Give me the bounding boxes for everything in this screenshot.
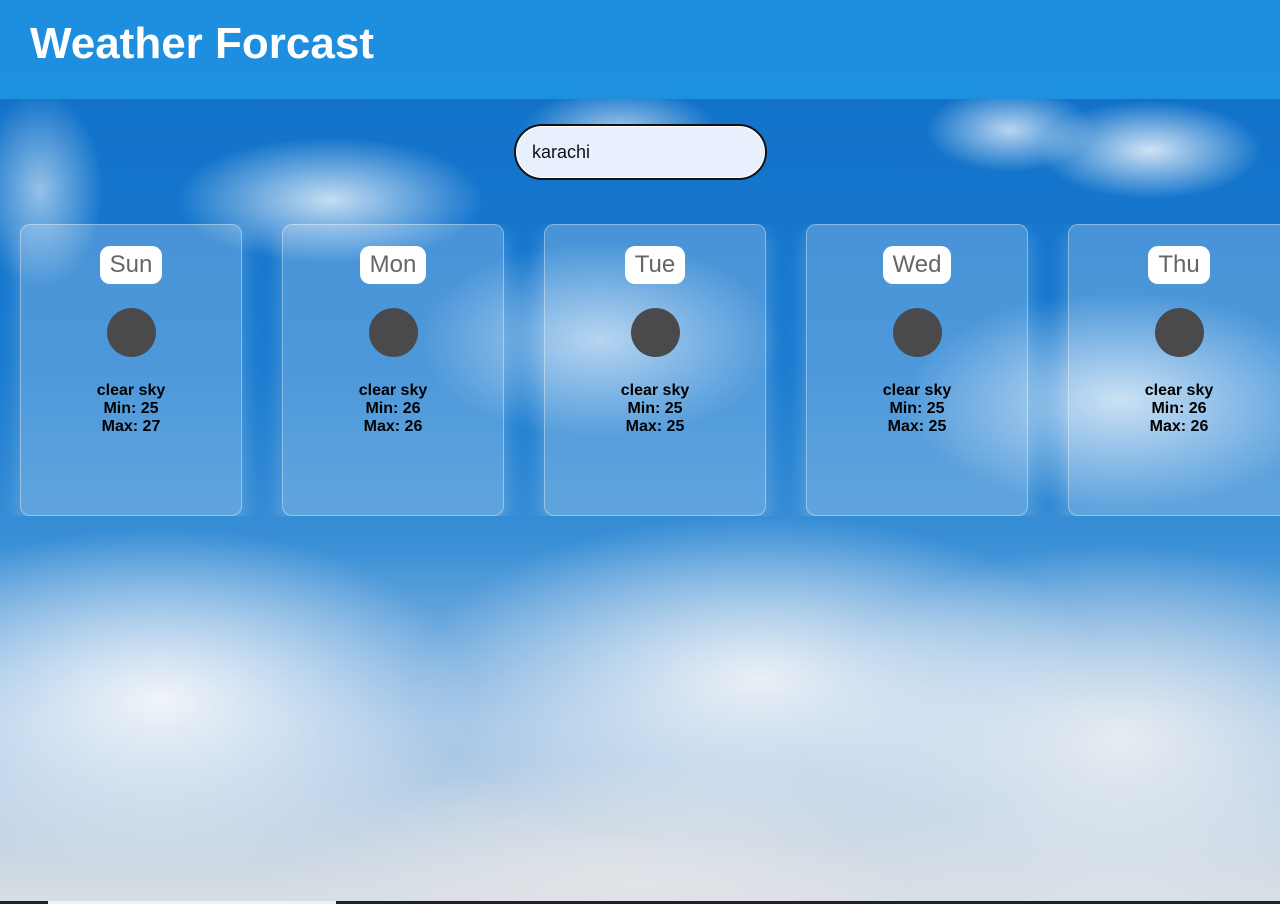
max-temp: Max: 25 xyxy=(625,418,685,435)
weather-icon xyxy=(892,308,942,357)
day-label: Thu xyxy=(1148,246,1210,284)
max-temp: Max: 26 xyxy=(1149,418,1209,435)
weather-icon xyxy=(368,308,418,357)
max-temp: Max: 27 xyxy=(101,418,161,435)
max-temp: Max: 25 xyxy=(887,418,947,435)
max-temp: Max: 26 xyxy=(363,418,423,435)
weather-icon xyxy=(106,308,156,357)
forecast-card-mon: Mon clear sky Min: 26 Max: 26 xyxy=(282,224,504,516)
condition-text: clear sky xyxy=(358,382,428,399)
day-label: Wed xyxy=(882,246,952,284)
app-header: Weather Forcast xyxy=(0,0,1280,99)
condition-text: clear sky xyxy=(882,382,952,399)
condition-text: clear sky xyxy=(620,382,690,399)
min-temp: Min: 26 xyxy=(365,400,421,417)
forecast-card-wed: Wed clear sky Min: 25 Max: 25 xyxy=(806,224,1028,516)
min-temp: Min: 25 xyxy=(103,400,159,417)
day-label: Mon xyxy=(359,246,427,284)
forecast-card-tue: Tue clear sky Min: 25 Max: 25 xyxy=(544,224,766,516)
city-search-input[interactable] xyxy=(514,124,767,180)
condition-text: clear sky xyxy=(1144,382,1214,399)
day-label: Sun xyxy=(99,246,163,284)
weather-icon xyxy=(1154,308,1204,357)
forecast-list: Sun clear sky Min: 25 Max: 27 Mon clear … xyxy=(0,224,1280,516)
forecast-card-thu: Thu clear sky Min: 26 Max: 26 xyxy=(1068,224,1280,516)
weather-icon xyxy=(630,308,680,357)
condition-text: clear sky xyxy=(96,382,166,399)
forecast-details: clear sky Min: 26 Max: 26 xyxy=(1069,382,1280,436)
min-temp: Min: 25 xyxy=(889,400,945,417)
forecast-details: clear sky Min: 25 Max: 27 xyxy=(21,382,241,436)
forecast-details: clear sky Min: 25 Max: 25 xyxy=(545,382,765,436)
forecast-card-sun: Sun clear sky Min: 25 Max: 27 xyxy=(20,224,242,516)
min-temp: Min: 25 xyxy=(627,400,683,417)
app-title: Weather Forcast xyxy=(30,19,374,68)
forecast-details: clear sky Min: 25 Max: 25 xyxy=(807,382,1027,436)
forecast-details: clear sky Min: 26 Max: 26 xyxy=(283,382,503,436)
day-label: Tue xyxy=(624,246,686,284)
min-temp: Min: 26 xyxy=(1151,400,1207,417)
